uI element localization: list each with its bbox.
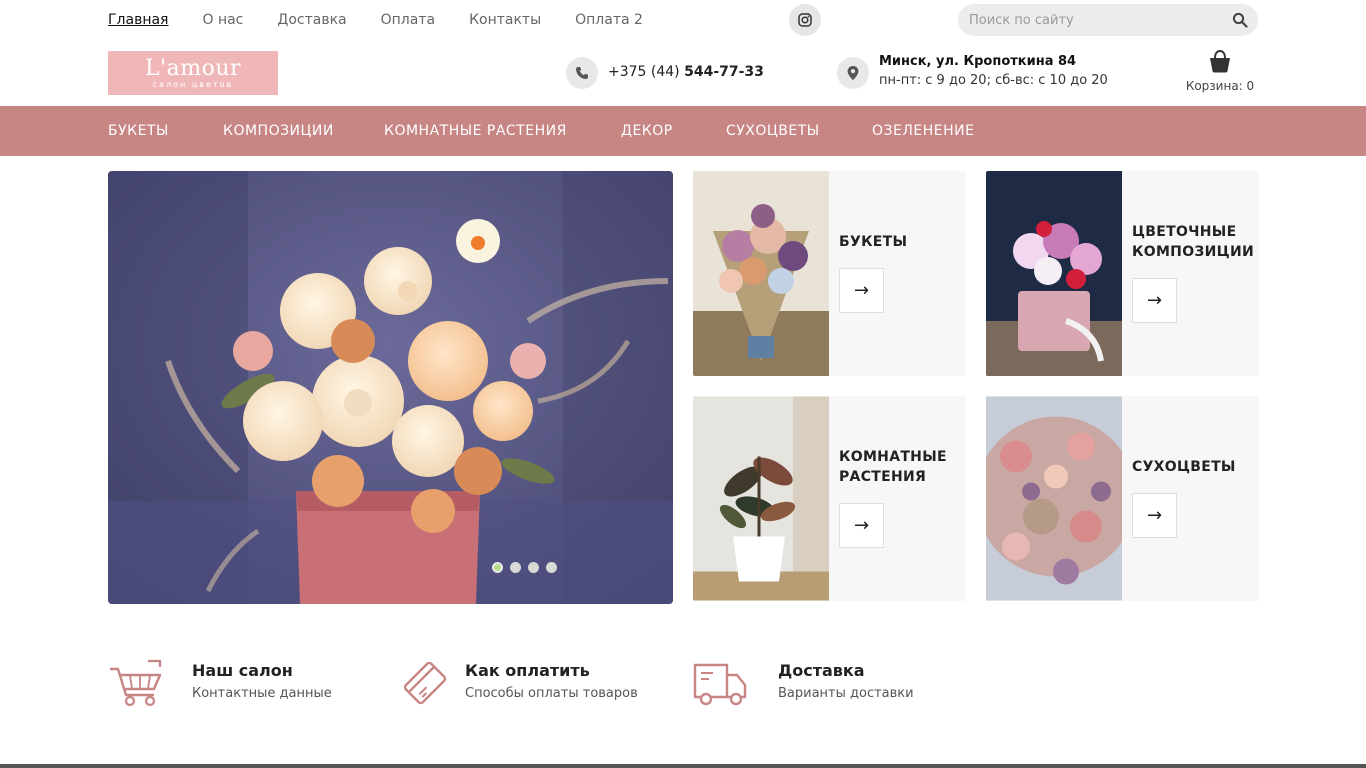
working-hours: пн-пт: с 9 до 20; сб-вс: с 10 до 20 (879, 73, 1108, 88)
truck-icon (693, 663, 747, 706)
card-arrow-button[interactable]: → (1132, 278, 1177, 323)
feature-title: Как оплатить (465, 661, 590, 680)
search-box (958, 4, 1258, 36)
card-title: СУХОЦВЕТЫ (1132, 459, 1236, 475)
card-arrow-button[interactable]: → (839, 268, 884, 313)
category-nav: БУКЕТЫ КОМПОЗИЦИИ КОМНАТНЫЕ РАСТЕНИЯ ДЕК… (0, 106, 1366, 156)
feature-delivery[interactable]: Доставка Варианты доставки (693, 659, 973, 709)
houseplant-photo (693, 396, 829, 601)
category-dried-flowers[interactable]: СУХОЦВЕТЫ (726, 122, 820, 140)
arrow-right-icon: → (853, 280, 870, 301)
bouquet-photo (693, 171, 829, 376)
arrow-right-icon: → (1146, 505, 1163, 526)
phone-number[interactable]: +375 (44) 544-77-33 (608, 63, 764, 81)
feature-payment[interactable]: Как оплатить Способы оплаты товаров (401, 659, 681, 709)
slider-dot-2[interactable] (510, 562, 521, 573)
site-logo[interactable]: L'amour салон цветов (108, 51, 278, 95)
location-icon (837, 57, 869, 89)
category-card-bouquets[interactable]: БУКЕТЫ → (693, 171, 966, 376)
card-arrow-button[interactable]: → (1132, 493, 1177, 538)
feature-title: Доставка (778, 661, 865, 680)
basket-icon (1210, 49, 1230, 73)
credit-card-icon (403, 661, 447, 705)
address-block: Минск, ул. Кропоткина 84 пн-пт: с 9 до 2… (879, 53, 1159, 91)
arrow-right-icon: → (853, 515, 870, 536)
composition-photo (986, 171, 1122, 376)
feature-salon[interactable]: Наш салон Контактные данные (108, 659, 388, 709)
top-nav-payment-2[interactable]: Оплата 2 (575, 11, 643, 29)
phone-prefix: +375 (44) (608, 64, 685, 80)
feature-subtitle: Варианты доставки (778, 686, 914, 701)
slider-dot-1[interactable] (492, 562, 503, 573)
category-landscaping[interactable]: ОЗЕЛЕНЕНИЕ (872, 122, 974, 140)
top-nav-delivery[interactable]: Доставка (277, 11, 346, 29)
search-input[interactable] (958, 4, 1218, 36)
top-nav: Главная О нас Доставка Оплата Контакты О… (108, 11, 677, 29)
hero-flowers-image (108, 171, 673, 604)
category-card-compositions[interactable]: ЦВЕТОЧНЫЕ КОМПОЗИЦИИ → (986, 171, 1259, 376)
arrow-right-icon: → (1146, 290, 1163, 311)
top-nav-contacts[interactable]: Контакты (469, 11, 541, 29)
slider-dot-3[interactable] (528, 562, 539, 573)
category-houseplants[interactable]: КОМНАТНЫЕ РАСТЕНИЯ (384, 122, 567, 140)
category-card-houseplants[interactable]: КОМНАТНЫЕ РАСТЕНИЯ → (693, 396, 966, 601)
feature-subtitle: Способы оплаты товаров (465, 686, 638, 701)
top-bar: Главная О нас Доставка Оплата Контакты О… (0, 0, 1366, 40)
slider-dots (492, 562, 564, 573)
category-bouquets[interactable]: БУКЕТЫ (108, 122, 169, 140)
category-card-dried-flowers[interactable]: СУХОЦВЕТЫ → (986, 396, 1259, 601)
category-decor[interactable]: ДЕКОР (621, 122, 673, 140)
dried-flowers-photo (986, 396, 1122, 601)
category-compositions[interactable]: КОМПОЗИЦИИ (223, 122, 334, 140)
feature-title: Наш салон (192, 661, 293, 680)
card-arrow-button[interactable]: → (839, 503, 884, 548)
card-title: БУКЕТЫ (839, 234, 908, 250)
card-title: ЦВЕТОЧНЫЕ КОМПОЗИЦИИ (1132, 224, 1254, 260)
top-nav-payment[interactable]: Оплата (381, 11, 435, 29)
card-title: КОМНАТНЫЕ РАСТЕНИЯ (839, 449, 947, 485)
phone-icon (566, 57, 598, 89)
hero-slider[interactable] (108, 171, 673, 604)
logo-subtitle: салон цветов (152, 79, 234, 89)
instagram-button[interactable] (789, 4, 821, 36)
cart-icon (110, 659, 162, 707)
top-nav-home[interactable]: Главная (108, 11, 168, 29)
instagram-icon (798, 13, 812, 27)
address: Минск, ул. Кропоткина 84 (879, 54, 1077, 69)
footer-divider (0, 764, 1366, 768)
search-icon[interactable] (1232, 12, 1248, 28)
top-nav-about[interactable]: О нас (202, 11, 243, 29)
feature-subtitle: Контактные данные (192, 686, 332, 701)
phone-main: 544-77-33 (684, 64, 764, 80)
cart-button[interactable]: Корзина: 0 (1178, 49, 1262, 93)
slider-dot-4[interactable] (546, 562, 557, 573)
cart-label: Корзина: 0 (1185, 79, 1255, 93)
logo-title: L'amour (144, 55, 242, 81)
